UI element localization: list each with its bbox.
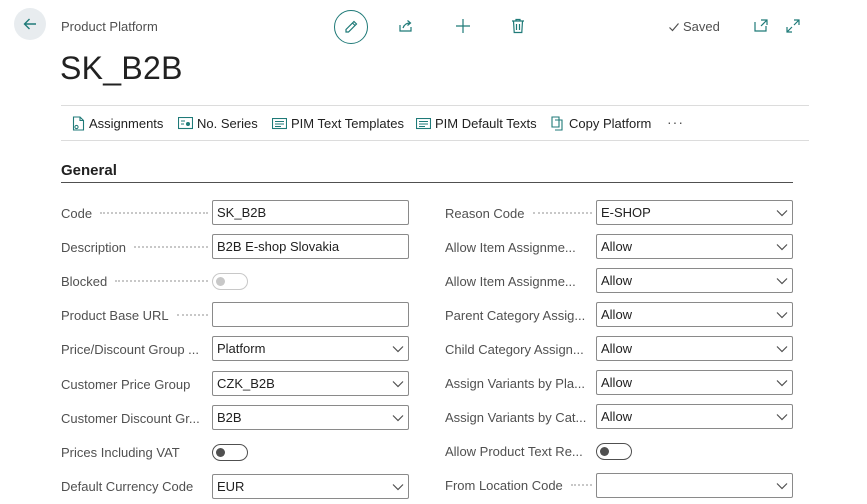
default-currency-code-select[interactable]: EUR (212, 474, 409, 499)
document-icon (72, 116, 85, 131)
pim-default-texts-label: PIM Default Texts (435, 116, 537, 131)
chevron-down-icon (776, 345, 788, 352)
saved-status: Saved (668, 19, 720, 34)
description-label: Description (61, 235, 212, 259)
section-divider (61, 182, 793, 183)
plus-icon (456, 19, 470, 33)
chevron-down-icon (776, 209, 788, 216)
child-category-assignment-select[interactable]: Allow (596, 336, 793, 361)
expand-button[interactable] (783, 15, 803, 37)
page-title: SK_B2B (60, 50, 183, 86)
share-icon (399, 20, 412, 32)
customer-discount-group-select[interactable]: B2B (212, 405, 409, 430)
parent-category-assignment-label: Parent Category Assig... (445, 307, 586, 323)
allow-item-assignment-2-label: Allow Item Assignme... (445, 273, 576, 289)
checkmark-icon (669, 22, 679, 31)
from-location-code-select[interactable] (596, 473, 793, 498)
page-caption: Product Platform (61, 19, 158, 34)
customer-price-group-label: Customer Price Group (61, 376, 191, 392)
default-text-icon (416, 117, 431, 129)
reason-code-select[interactable]: E-SHOP (596, 200, 793, 225)
arrow-left-icon (23, 18, 36, 30)
no-series-action[interactable]: No. Series (178, 106, 258, 141)
pim-text-templates-action[interactable]: PIM Text Templates (272, 106, 404, 141)
assign-variants-by-category-label: Assign Variants by Cat... (445, 409, 587, 425)
delete-button[interactable] (508, 15, 528, 37)
chevron-down-icon (776, 379, 788, 386)
pim-text-templates-label: PIM Text Templates (291, 116, 404, 131)
chevron-down-icon (776, 277, 788, 284)
expand-icon (786, 19, 800, 33)
allow-product-text-toggle[interactable] (596, 443, 632, 460)
more-actions-button[interactable]: ··· (667, 114, 684, 130)
allow-product-text-label: Allow Product Text Re... (445, 443, 583, 459)
copy-platform-label: Copy Platform (569, 116, 652, 131)
product-base-url-field[interactable] (212, 302, 409, 327)
allow-item-assignment-1-label: Allow Item Assignme... (445, 239, 576, 255)
customer-price-group-select[interactable]: CZK_B2B (212, 371, 409, 396)
from-location-code-label: From Location Code (445, 473, 596, 497)
price-discount-group-select[interactable]: Platform (212, 336, 409, 361)
prices-including-vat-toggle[interactable] (212, 444, 248, 461)
assignments-label: Assignments (89, 116, 164, 131)
assign-variants-by-platform-label: Assign Variants by Pla... (445, 375, 585, 391)
price-discount-group-label: Price/Discount Group ... (61, 341, 199, 357)
allow-item-assignment-1-select[interactable]: Allow (596, 234, 793, 259)
prices-including-vat-label: Prices Including VAT (61, 444, 180, 460)
reason-code-label: Reason Code (445, 201, 596, 225)
child-category-assignment-label: Child Category Assign... (445, 341, 584, 357)
product-base-url-label: Product Base URL (61, 303, 212, 327)
chevron-down-icon (776, 311, 788, 318)
chevron-down-icon (392, 414, 404, 421)
chevron-down-icon (776, 243, 788, 250)
customer-discount-group-label: Customer Discount Gr... (61, 410, 200, 426)
assign-variants-by-category-select[interactable]: Allow (596, 404, 793, 429)
parent-category-assignment-select[interactable]: Allow (596, 302, 793, 327)
chevron-down-icon (392, 483, 404, 490)
blocked-label: Blocked (61, 269, 212, 293)
chevron-down-icon (392, 380, 404, 387)
chevron-down-icon (392, 345, 404, 352)
copy-platform-action[interactable]: Copy Platform (551, 106, 651, 141)
trash-icon (512, 18, 524, 34)
assign-variants-by-platform-select[interactable]: Allow (596, 370, 793, 395)
pim-default-texts-action[interactable]: PIM Default Texts (416, 106, 537, 141)
pencil-icon (345, 20, 358, 33)
saved-label: Saved (683, 19, 720, 34)
allow-item-assignment-2-select[interactable]: Allow (596, 268, 793, 293)
no-series-label: No. Series (197, 116, 258, 131)
section-general-title: General (61, 162, 117, 179)
action-bar: Assignments No. Series PIM Text Template… (61, 105, 809, 141)
open-new-window-icon (754, 19, 768, 32)
number-series-icon (178, 117, 193, 130)
description-field[interactable]: B2B E-shop Slovakia (212, 234, 409, 259)
share-button[interactable] (396, 15, 416, 37)
chevron-down-icon (776, 482, 788, 489)
chevron-down-icon (776, 413, 788, 420)
open-in-new-window-button[interactable] (751, 15, 771, 37)
copy-icon (551, 116, 563, 131)
blocked-toggle[interactable] (212, 273, 248, 290)
new-button[interactable] (452, 15, 474, 37)
assignments-action[interactable]: Assignments (72, 106, 163, 141)
back-button[interactable] (14, 8, 46, 40)
text-template-icon (272, 117, 287, 129)
edit-button[interactable] (334, 10, 368, 44)
code-field[interactable]: SK_B2B (212, 200, 409, 225)
code-label: Code (61, 201, 212, 225)
default-currency-code-label: Default Currency Code (61, 478, 194, 494)
